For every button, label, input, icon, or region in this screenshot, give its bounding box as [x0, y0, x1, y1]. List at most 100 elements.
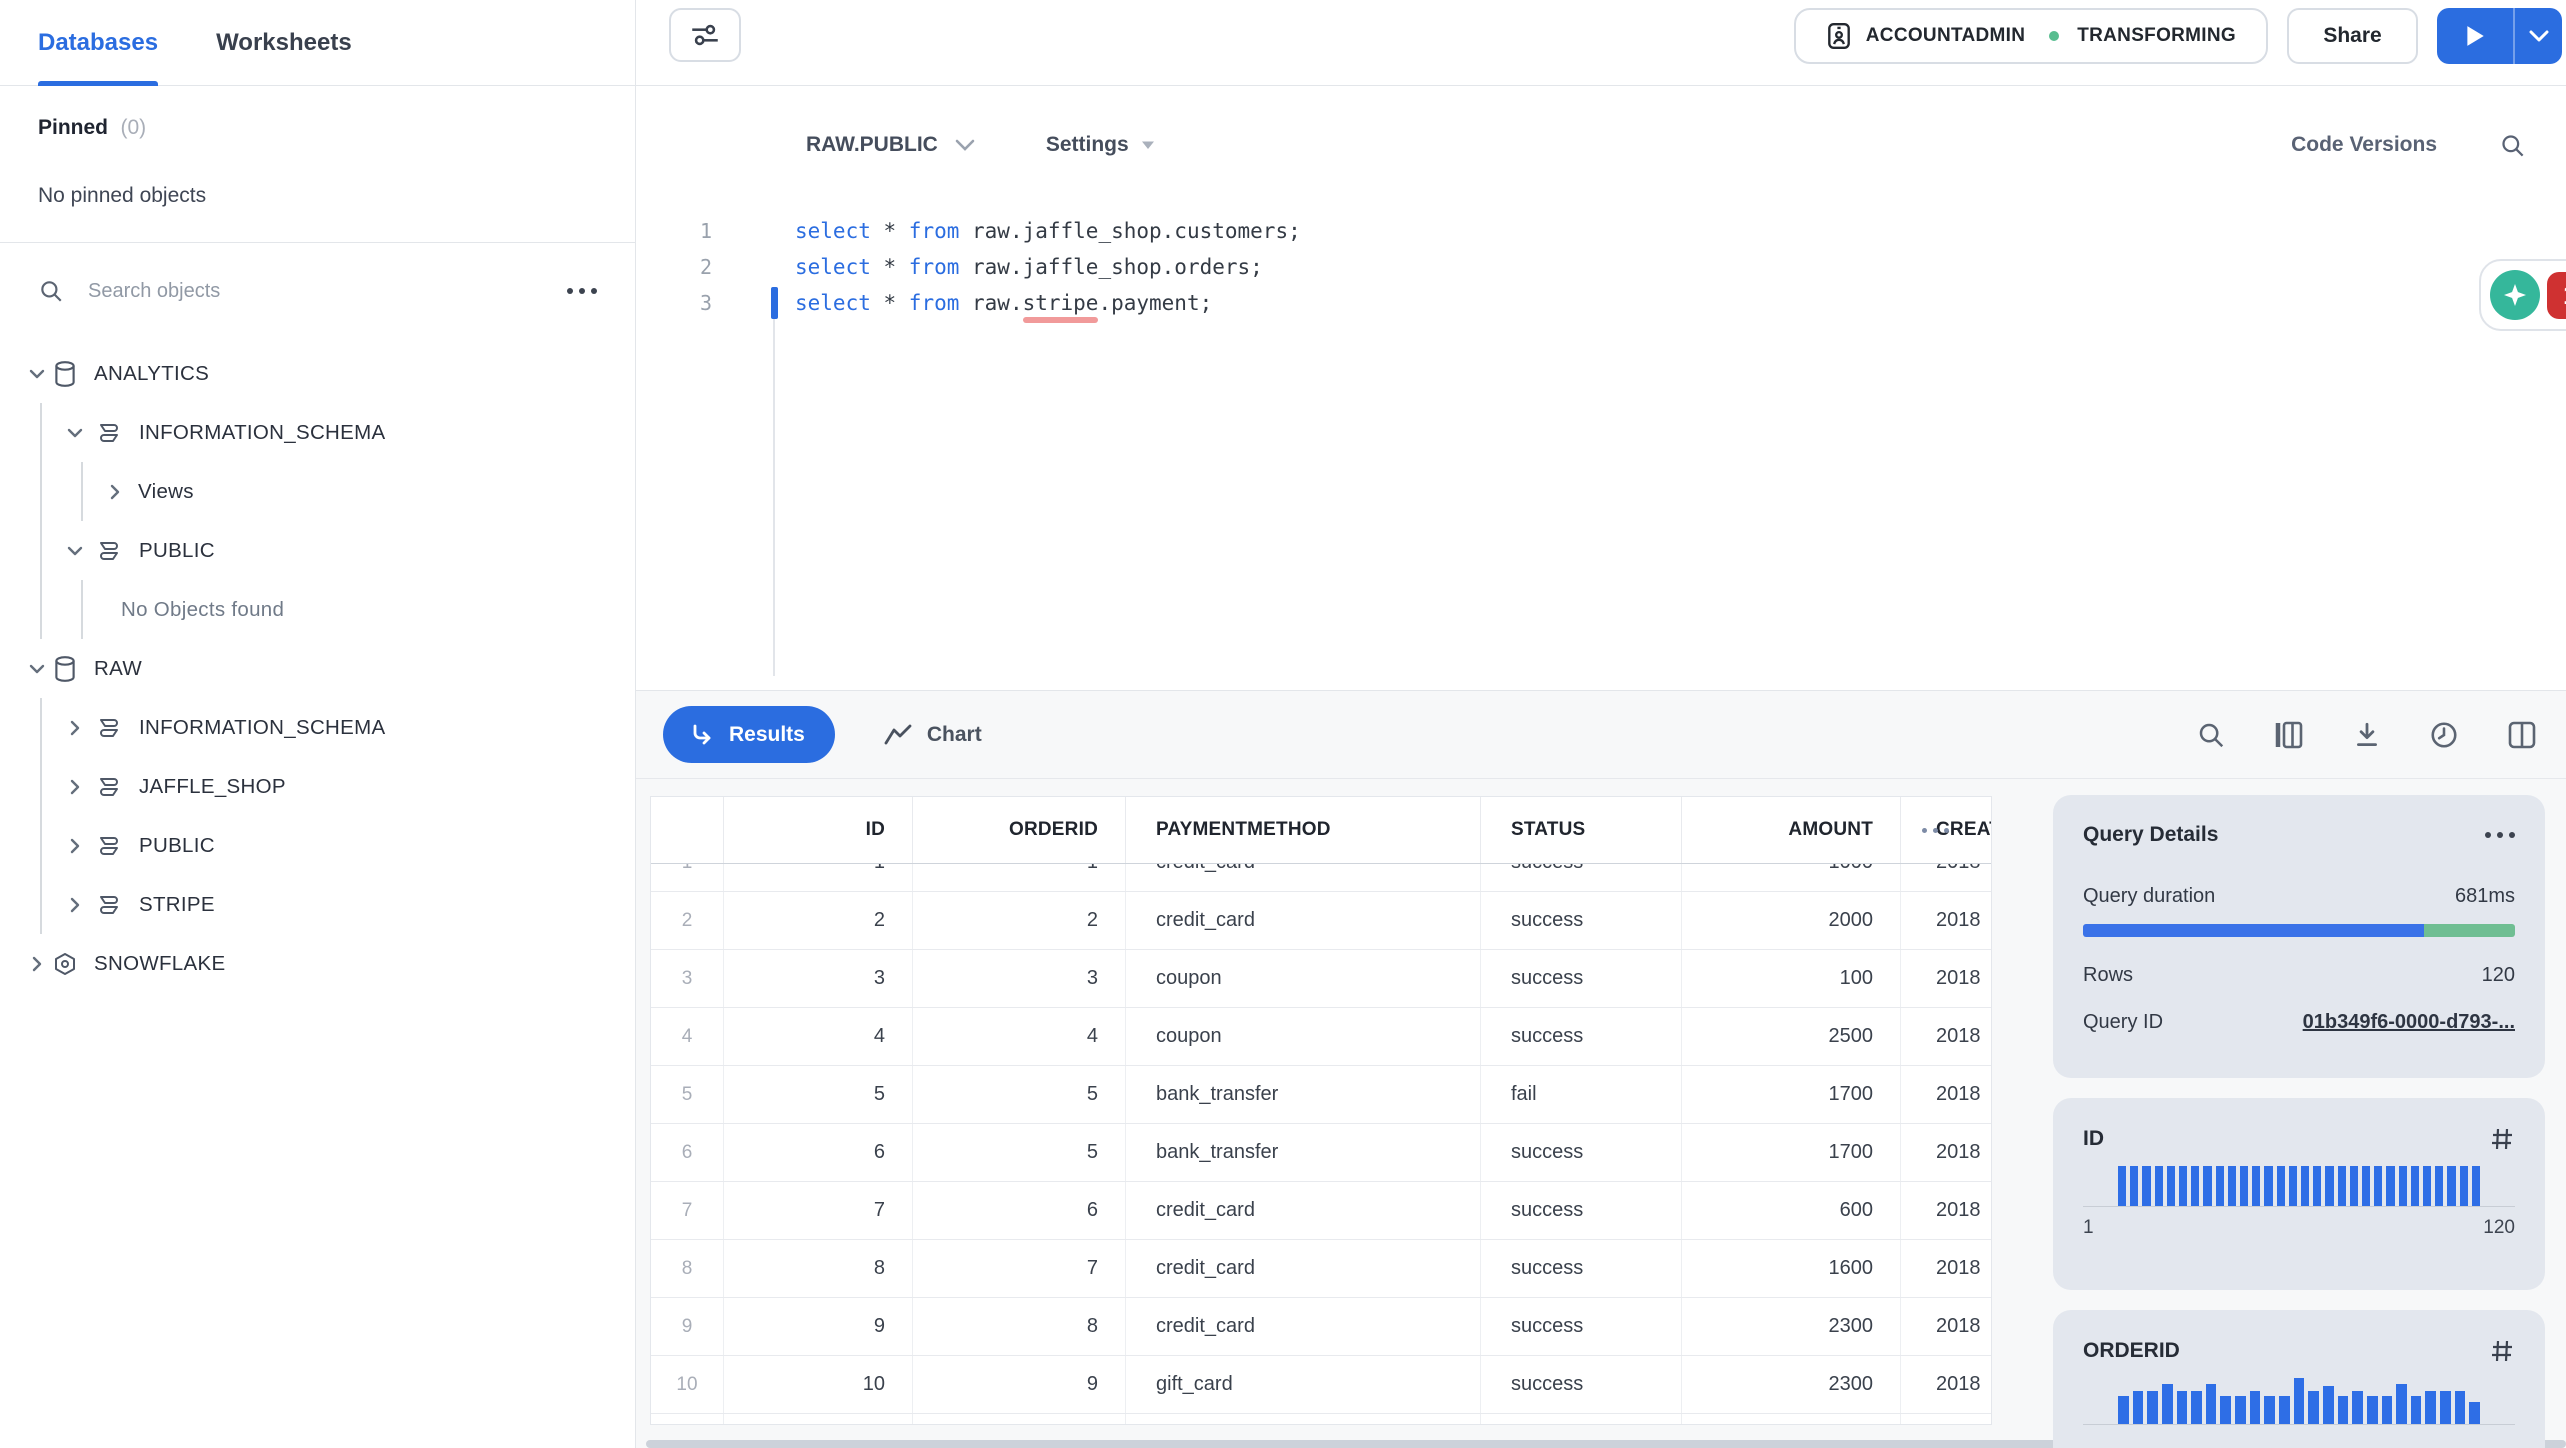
database-tree: ANALYTICS INFORMATION_SCHEMA Views PUBLIC No…	[0, 344, 635, 993]
id-histogram[interactable]	[2118, 1166, 2481, 1206]
code-versions-link[interactable]: Code Versions	[2291, 133, 2437, 157]
table-row[interactable]: 5 5 5 bank_transfer fail 1700 2018	[651, 1066, 1991, 1124]
tab-worksheets[interactable]: Worksheets	[216, 0, 352, 86]
editor-settings-menu[interactable]: Settings	[1046, 133, 1155, 157]
chevron-right-icon[interactable]	[104, 481, 126, 503]
query-history-icon[interactable]	[2429, 720, 2459, 750]
chevron-down-icon[interactable]	[26, 363, 48, 385]
table-row[interactable]: 4 4 4 coupon success 2500 2018	[651, 1008, 1991, 1066]
tree-item-label: RAW	[94, 656, 142, 680]
code-line[interactable]: 2 select * from raw.jaffle_shop.orders;	[636, 249, 2566, 285]
column-header-orderid[interactable]: ORDERID	[913, 797, 1126, 863]
duration-progress-bar	[2083, 924, 2515, 937]
results-panel: Results Chart ID ORDERID PAYMENTMETHOD S…	[636, 690, 2566, 1448]
chevron-right-icon[interactable]	[64, 776, 86, 798]
table-row[interactable]: 9 9 8 credit_card success 2300 2018	[651, 1298, 1991, 1356]
sidebar-more-icon[interactable]	[567, 288, 597, 294]
tab-databases[interactable]: Databases	[38, 0, 159, 86]
table-cell: 2018	[1901, 1124, 1991, 1181]
search-results-icon[interactable]	[2196, 720, 2226, 750]
tree-item-information-schema[interactable]: INFORMATION_SCHEMA	[0, 403, 635, 462]
histogram-bar	[2410, 1396, 2422, 1424]
chevron-down-icon[interactable]	[64, 422, 86, 444]
lightbulb-icon[interactable]	[2490, 270, 2540, 320]
histogram-bar	[2176, 1391, 2188, 1424]
code-line[interactable]: 1 select * from raw.jaffle_shop.customers…	[636, 213, 2566, 249]
histogram-bar	[2410, 1166, 2420, 1206]
table-row[interactable]: 6 6 5 bank_transfer success 1700 2018	[651, 1124, 1991, 1182]
tree-item-information-schema[interactable]: INFORMATION_SCHEMA	[0, 698, 635, 757]
table-row[interactable]: 2 2 2 credit_card success 2000 2018	[651, 892, 1991, 950]
chevron-down-icon[interactable]	[64, 540, 86, 562]
column-card-title: ID	[2083, 1127, 2104, 1150]
column-header-rownum[interactable]	[651, 797, 724, 863]
row-number-cell: 7	[651, 1182, 724, 1239]
table-row[interactable]: 7 7 6 credit_card success 600 2018	[651, 1182, 1991, 1240]
column-header-status[interactable]: STATUS	[1481, 797, 1682, 863]
table-row[interactable]: 10 10 9 gift_card success 2300 2018	[651, 1356, 1991, 1414]
table-cell: credit_card	[1126, 1182, 1481, 1239]
sql-keyword: from	[908, 291, 960, 315]
column-header-id[interactable]: ID	[724, 797, 913, 863]
histogram-bar	[2337, 1166, 2346, 1206]
chevron-right-icon[interactable]	[64, 717, 86, 739]
table-cell: success	[1481, 892, 1682, 949]
table-row[interactable]: 3 3 3 coupon success 100 2018	[651, 950, 1991, 1008]
tree-item-views[interactable]: Views	[0, 462, 635, 521]
pinned-count: (0)	[120, 116, 147, 139]
tree-item-snowflake[interactable]: SNOWFLAKE	[0, 934, 635, 993]
column-header-amount[interactable]: AMOUNT	[1682, 797, 1901, 863]
chevron-right-icon[interactable]	[26, 953, 48, 975]
histogram-bar	[2366, 1396, 2378, 1424]
run-options-button[interactable]	[2515, 8, 2562, 64]
tab-results[interactable]: Results	[663, 706, 835, 763]
run-button[interactable]	[2437, 8, 2513, 64]
object-search-row	[0, 243, 635, 339]
tab-chart[interactable]: Chart	[883, 723, 982, 747]
line-number: 1	[699, 219, 712, 243]
chevron-right-icon[interactable]	[64, 894, 86, 916]
column-menu-icon[interactable]	[1922, 797, 1949, 864]
tree-item-analytics[interactable]: ANALYTICS	[0, 344, 635, 403]
code-lines[interactable]: 1 select * from raw.jaffle_shop.customers…	[636, 213, 2566, 690]
table-cell: 600	[1682, 1182, 1901, 1239]
chevron-right-icon[interactable]	[64, 835, 86, 857]
code-line[interactable]: 3 select * from raw.stripe.payment;	[636, 285, 2566, 321]
tree-item-label: JAFFLE_SHOP	[139, 774, 286, 798]
orderid-histogram[interactable]	[2118, 1378, 2481, 1424]
database-schema-selector[interactable]: RAW.PUBLIC	[806, 133, 976, 157]
tree-item-public[interactable]: PUBLIC	[0, 816, 635, 875]
schema-icon	[96, 538, 122, 564]
rows-value: 120	[2481, 964, 2515, 986]
context-selector-button[interactable]: ACCOUNTADMIN TRANSFORMING	[1793, 8, 2268, 64]
search-input[interactable]	[88, 279, 543, 303]
tree-item-public[interactable]: PUBLIC	[0, 521, 635, 580]
chevron-down-icon[interactable]	[26, 658, 48, 680]
columns-icon[interactable]	[2273, 720, 2305, 750]
column-header-paymentmethod[interactable]: PAYMENTMETHOD	[1126, 797, 1481, 863]
query-id-link[interactable]: 01b349f6-0000-d793-...	[2303, 1011, 2515, 1034]
editor-search-icon[interactable]	[2499, 132, 2526, 159]
table-row[interactable]: 8 8 7 credit_card success 1600 2018	[651, 1240, 1991, 1298]
query-details-menu-icon[interactable]	[2485, 832, 2515, 838]
tree-item-jaffle-shop[interactable]: JAFFLE_SHOP	[0, 757, 635, 816]
settings-label: Settings	[1045, 133, 1129, 156]
table-cell: 2018	[1901, 1356, 1991, 1413]
table-cell: 2018	[1901, 1298, 1991, 1355]
histogram-bar	[2240, 1166, 2249, 1206]
tree-item-raw[interactable]: RAW	[0, 639, 635, 698]
object-explorer-sidebar: Databases Worksheets Pinned (0) No pinne…	[0, 0, 636, 1448]
split-panel-icon[interactable]	[2506, 720, 2538, 750]
table-row[interactable]	[651, 1414, 1991, 1424]
error-count-badge[interactable]: 1	[2547, 271, 2566, 319]
filters-button[interactable]	[669, 8, 741, 62]
table-cell: 7	[913, 1240, 1126, 1297]
row-number-cell: 9	[651, 1298, 724, 1355]
worksheet-topbar: ACCOUNTADMIN TRANSFORMING Share	[636, 0, 2566, 86]
table-cell: 2018	[1901, 1182, 1991, 1239]
tree-item-stripe[interactable]: STRIPE	[0, 875, 635, 934]
download-icon[interactable]	[2352, 720, 2382, 750]
share-button[interactable]: Share	[2287, 8, 2418, 64]
table-cell: bank_transfer	[1126, 1066, 1481, 1123]
id-badge-icon	[1826, 22, 1852, 50]
